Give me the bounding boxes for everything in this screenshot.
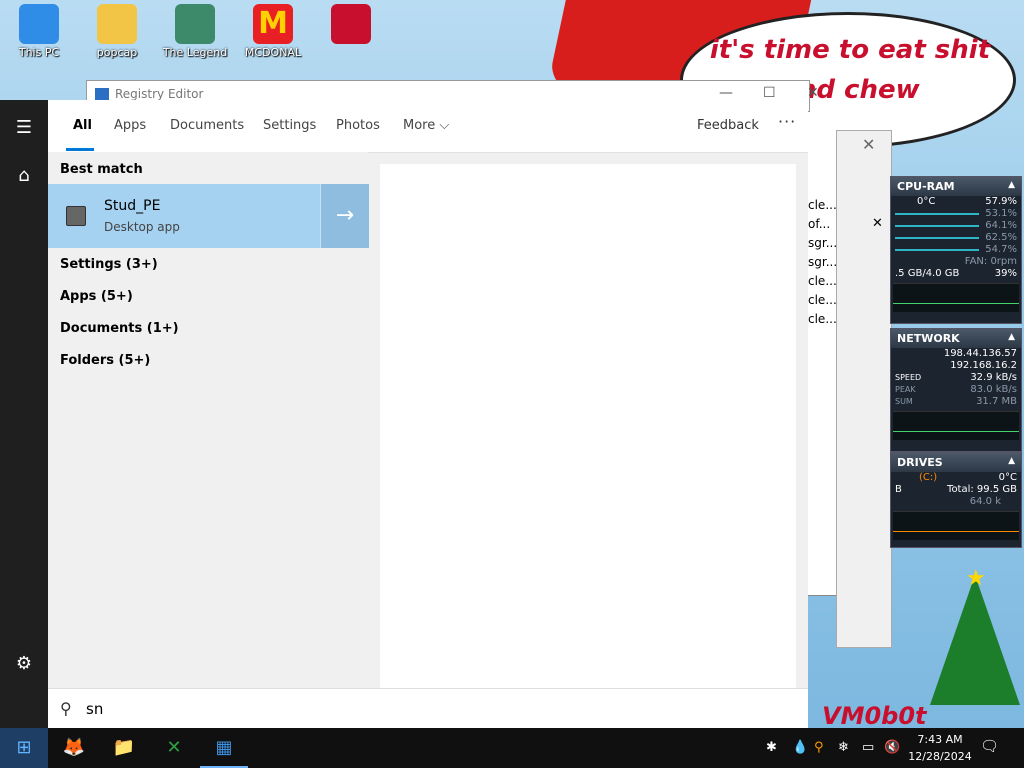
chevron-down-icon: ⌵ — [439, 118, 450, 133]
search-bar[interactable]: ⚲ — [48, 688, 808, 729]
settings-gear-icon[interactable]: ⚙ — [0, 644, 48, 684]
mcdonalds-icon: M — [253, 4, 293, 44]
list-item[interactable]: sgr... — [808, 255, 837, 269]
close-icon[interactable]: ✕ — [862, 135, 875, 154]
start-rail: ☰ ⌂ ⚙ — [0, 100, 48, 728]
firefox-icon[interactable]: 🦊 — [50, 728, 98, 768]
collapse-icon[interactable]: ▲ — [1008, 180, 1015, 190]
desktop-icon-mcdonald[interactable]: M MCDONAL — [238, 4, 308, 59]
list-item[interactable]: cle... — [808, 312, 837, 326]
registry-editor-icon[interactable]: ▦ — [200, 728, 248, 768]
taskbar: ⊞ 🦊 📁 ✕ ▦ ✱ 💧 ⚲ ❄ ▭ 🔇 7:43 AM 12/28/2024… — [0, 728, 1024, 768]
clock-date: 12/28/2024 — [908, 750, 972, 763]
signature-text: VM0b0t — [822, 702, 927, 728]
feedback-button[interactable]: Feedback — [697, 118, 759, 133]
close-icon[interactable]: ✕ — [807, 85, 819, 101]
clock-time: 7:43 AM — [917, 733, 963, 746]
more-options-icon[interactable]: ··· — [778, 112, 796, 131]
best-match-result[interactable]: Stud_PE Desktop app — [48, 184, 320, 248]
category-settings[interactable]: Settings (3+) — [60, 257, 158, 272]
desktop-icon-the-legend[interactable]: The Legend — [160, 4, 230, 59]
cpu-total: 57.9% — [985, 196, 1017, 207]
file-explorer-icon[interactable]: 📁 — [100, 728, 148, 768]
search-icon: ⚲ — [60, 699, 72, 718]
hamburger-menu-icon[interactable]: ☰ — [0, 108, 48, 148]
list-item[interactable]: sgr... — [808, 236, 837, 250]
folder-icon — [97, 4, 137, 44]
app-type: Desktop app — [104, 220, 180, 234]
cpu-ram-gadget: CPU-RAM ▲ 0°C 57.9% 53.1% 64.1% 62.5% 54.7… — [890, 176, 1022, 324]
open-arrow-icon[interactable]: → — [320, 184, 369, 248]
excel-icon[interactable]: ✕ — [150, 728, 198, 768]
collapse-icon[interactable]: ▲ — [1008, 332, 1015, 342]
search-panel: All Apps Documents Settings Photos More … — [48, 100, 808, 729]
monitor-icon[interactable]: ▭ — [862, 740, 874, 755]
home-icon[interactable]: ⌂ — [0, 156, 48, 196]
notification-icon[interactable]: 🗨 — [980, 737, 999, 755]
window-title: Registry Editor — [115, 87, 204, 101]
list-item[interactable]: cle... — [808, 293, 837, 307]
desktop-icon-popcap[interactable]: popcap — [82, 4, 152, 59]
shortcut-icon — [175, 4, 215, 44]
cpu-temp: 0°C — [917, 196, 936, 207]
maximize-icon[interactable]: ☐ — [763, 85, 776, 101]
ip-address: 192.168.16.2 — [950, 360, 1017, 371]
list-item[interactable]: cle... — [808, 274, 837, 288]
active-tab-indicator — [66, 148, 94, 151]
network-gadget: NETWORK ▲ 198.44.136.57 192.168.16.2 SPEE… — [890, 328, 1022, 452]
cpu-graph — [893, 283, 1019, 312]
search-input[interactable] — [86, 695, 786, 723]
computer-icon — [19, 4, 59, 44]
tab-all[interactable]: All — [73, 118, 92, 133]
tab-settings[interactable]: Settings — [263, 118, 316, 133]
drive-graph — [893, 511, 1019, 540]
minimize-icon[interactable]: — — [719, 85, 733, 101]
snowflake-icon[interactable]: ❄ — [838, 740, 849, 755]
tab-photos[interactable]: Photos — [336, 118, 380, 133]
list-item[interactable]: of... — [808, 217, 830, 231]
tab-documents[interactable]: Documents — [170, 118, 244, 133]
category-documents[interactable]: Documents (1+) — [60, 321, 179, 336]
secondary-dialog[interactable]: ✕ — [836, 130, 892, 648]
tab-apps[interactable]: Apps — [114, 118, 146, 133]
christmas-tree-decoration — [930, 575, 1020, 705]
ip-address: 198.44.136.57 — [943, 348, 1017, 359]
droplet-icon[interactable]: 💧 — [792, 740, 808, 755]
collapse-icon[interactable]: ▲ — [1008, 456, 1015, 466]
search-tray-icon[interactable]: ⚲ — [814, 740, 824, 755]
category-apps[interactable]: Apps (5+) — [60, 289, 133, 304]
results-column: Best match Stud_PE Desktop app → Setting… — [48, 152, 369, 688]
windows-start-icon[interactable]: ⊞ — [0, 728, 48, 768]
app-name: Stud_PE — [104, 198, 161, 214]
drives-gadget: DRIVES ▲ (C:) 0°C B Total: 99.5 GB 64.0 k — [890, 452, 1022, 548]
app-icon — [66, 206, 86, 226]
santa-icon — [331, 4, 371, 44]
volume-muted-icon[interactable]: 🔇 — [884, 740, 900, 755]
star-icon: ★ — [966, 566, 986, 591]
close-icon[interactable]: ✕ — [872, 216, 883, 231]
desktop-icon-this-pc[interactable]: This PC — [4, 4, 74, 59]
list-item[interactable]: cle... — [808, 198, 837, 212]
network-graph — [893, 411, 1019, 440]
preview-pane — [380, 164, 796, 688]
tab-more[interactable]: More ⌵ — [403, 118, 449, 133]
network-tray-icon[interactable]: ✱ — [766, 740, 777, 755]
desktop-icon-santa[interactable] — [316, 4, 386, 46]
taskbar-clock[interactable]: 7:43 AM 12/28/2024 — [908, 731, 972, 765]
search-tabs: All Apps Documents Settings Photos More … — [48, 100, 808, 153]
best-match-heading: Best match — [60, 162, 143, 177]
category-folders[interactable]: Folders (5+) — [60, 353, 150, 368]
